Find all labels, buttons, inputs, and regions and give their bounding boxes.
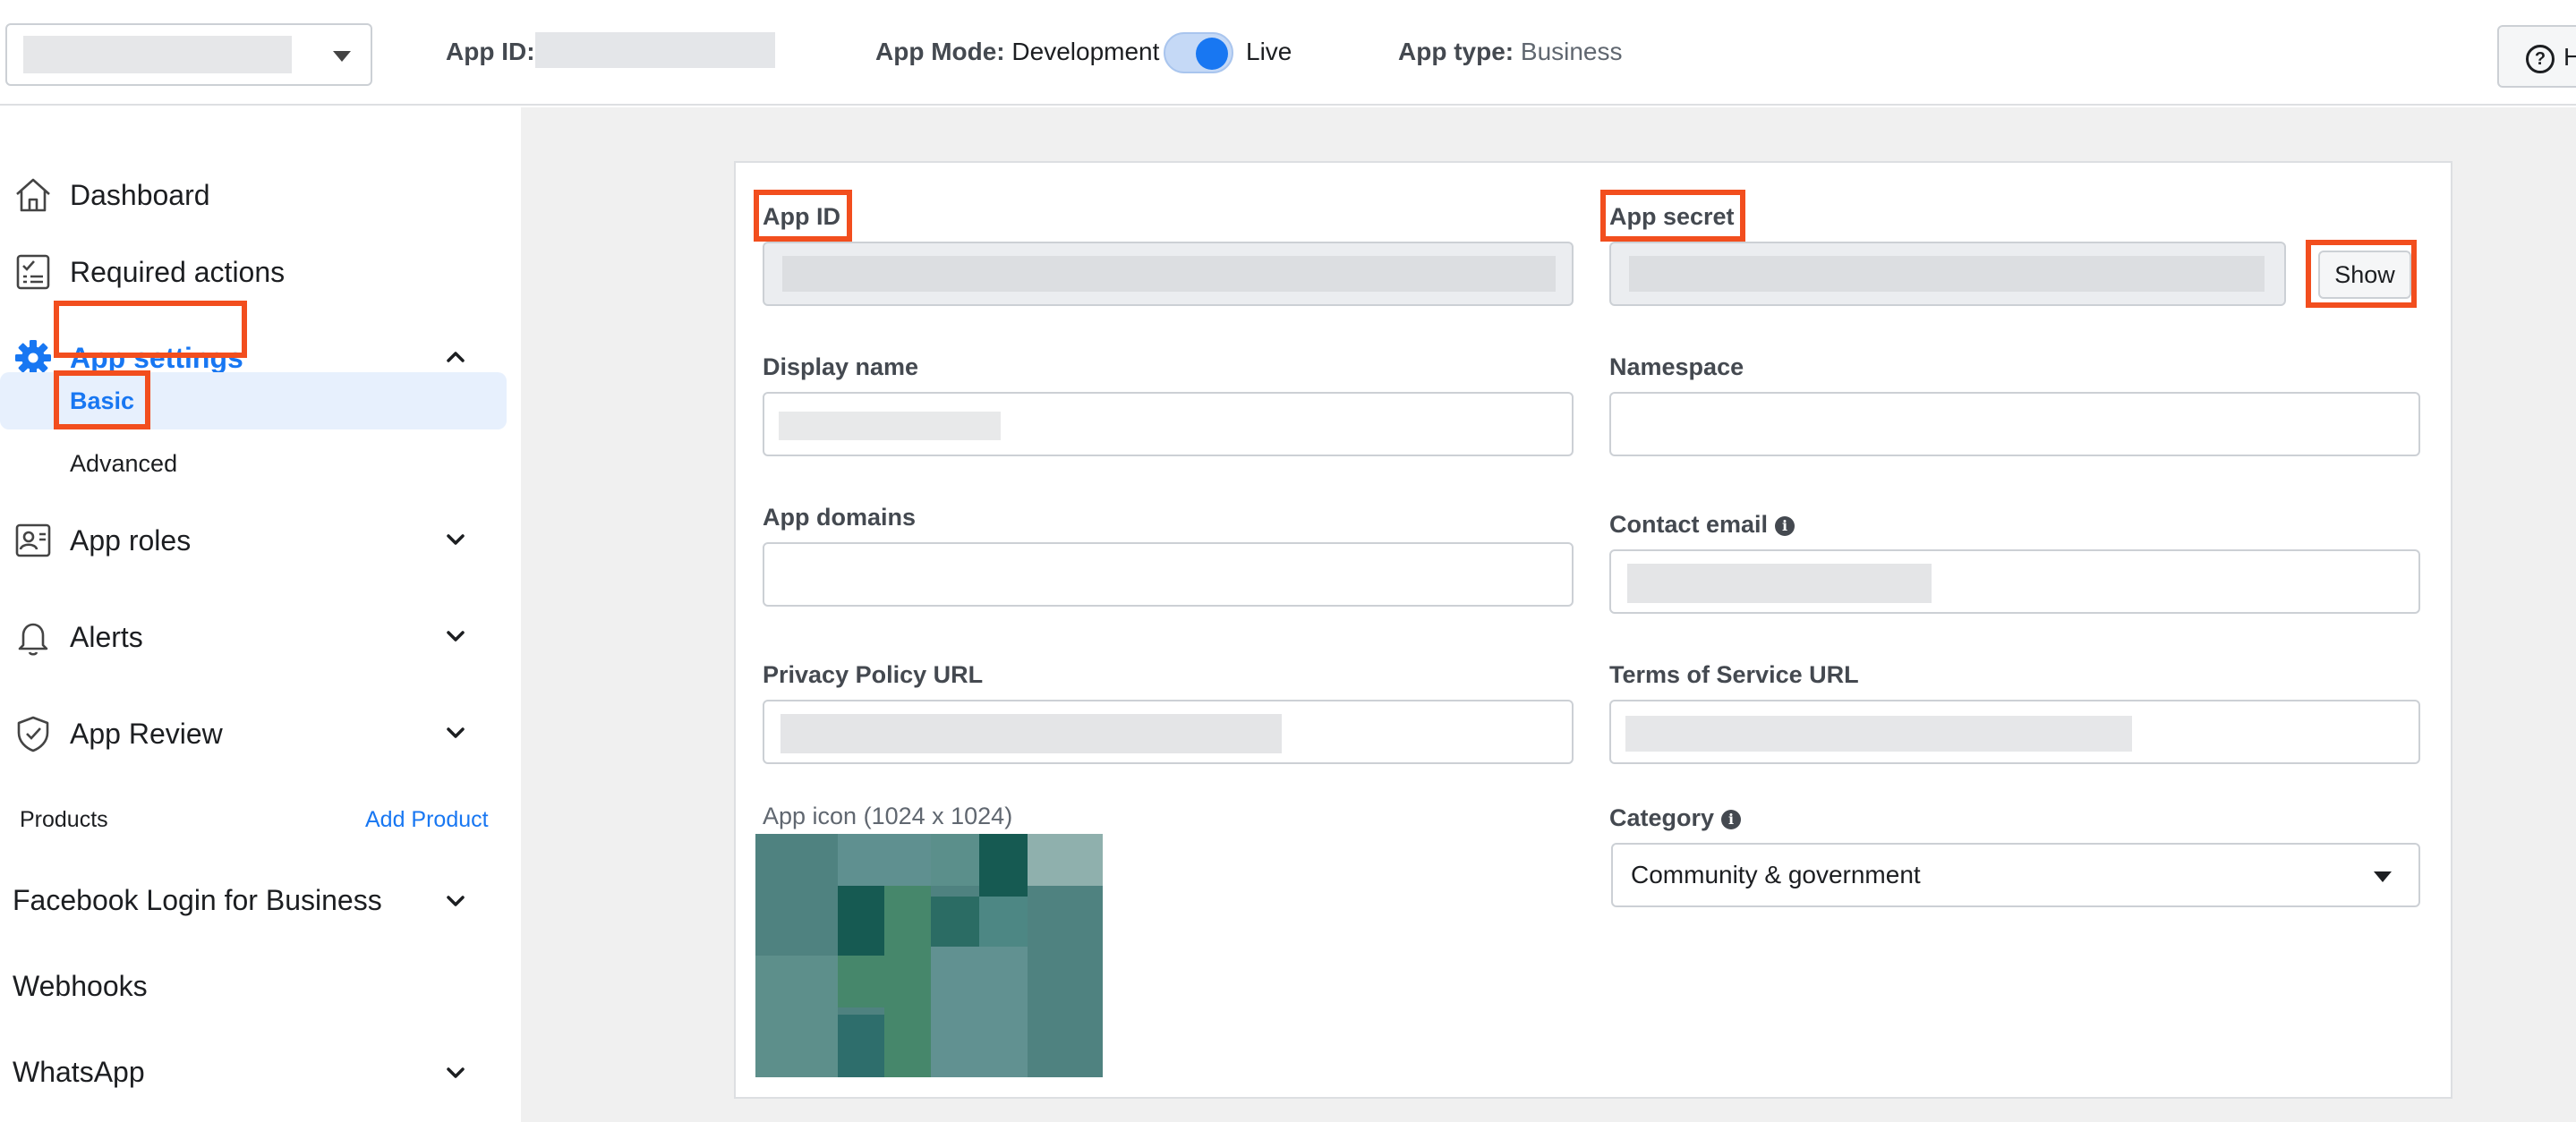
chevron-down-icon[interactable] — [444, 626, 467, 646]
app-secret-field-label: App secret — [1609, 203, 1735, 230]
privacy-policy-label: Privacy Policy URL — [763, 661, 984, 688]
redacted-app-id — [535, 32, 775, 68]
app-icon-label: App icon (1024 x 1024) — [763, 803, 1013, 829]
chevron-up-icon[interactable] — [444, 347, 467, 367]
redacted-value — [780, 714, 1282, 753]
category-label: Category i — [1609, 803, 1742, 832]
chevron-down-icon[interactable] — [444, 723, 467, 743]
info-icon[interactable]: i — [1721, 809, 1742, 829]
app-mode: App Mode: Development — [875, 38, 1160, 65]
sidebar-item-label: App Review — [70, 718, 223, 750]
category-selected-value: Community & government — [1631, 861, 1921, 888]
privacy-policy-input[interactable] — [763, 700, 1574, 764]
redacted-app-name — [23, 36, 292, 73]
sidebar-product-whatsapp[interactable]: WhatsApp — [0, 1041, 519, 1104]
app-id-field-label: App ID — [763, 203, 840, 230]
show-secret-button[interactable]: Show — [2318, 251, 2411, 299]
contact-email-label: Contact email i — [1609, 510, 1796, 539]
chevron-down-icon[interactable] — [444, 530, 467, 549]
question-icon: ? — [2526, 45, 2555, 73]
app-id-field[interactable] — [763, 242, 1574, 306]
app-secret-field[interactable] — [1609, 242, 2286, 306]
chevron-down-icon[interactable] — [444, 1063, 467, 1083]
sidebar-subitem-label: Basic — [70, 387, 135, 414]
category-select[interactable]: Community & government — [1611, 843, 2420, 907]
app-mode-live: Live — [1246, 38, 1292, 65]
redacted-value — [1627, 564, 1932, 603]
display-name-label: Display name — [763, 353, 919, 380]
app-mode-development: Development — [1011, 38, 1160, 65]
sidebar-item-label: Dashboard — [70, 179, 210, 211]
product-label: Webhooks — [13, 970, 148, 1002]
sidebar-item-dashboard[interactable]: Dashboard — [0, 163, 519, 225]
chevron-down-icon — [333, 51, 351, 62]
app-domains-input[interactable] — [763, 542, 1574, 607]
shield-check-icon — [17, 716, 49, 752]
checklist-icon — [16, 254, 50, 290]
sidebar-item-alerts[interactable]: Alerts — [0, 605, 519, 667]
sidebar-subitem-advanced[interactable]: Advanced — [0, 435, 507, 492]
products-header: Products — [20, 807, 108, 832]
chevron-down-icon[interactable] — [444, 891, 467, 911]
namespace-label: Namespace — [1609, 353, 1744, 380]
redacted-value — [1629, 256, 2265, 292]
redacted-value — [782, 256, 1556, 292]
toggle-knob — [1196, 38, 1228, 70]
info-icon[interactable]: i — [1775, 515, 1796, 536]
app-domains-label: App domains — [763, 504, 917, 531]
redacted-value — [779, 412, 1001, 440]
home-icon — [16, 178, 50, 212]
product-label: Facebook Login for Business — [13, 884, 382, 916]
tos-label: Terms of Service URL — [1609, 661, 1859, 688]
help-label: H — [2563, 43, 2576, 71]
app-selector-dropdown[interactable] — [5, 23, 372, 86]
display-name-input[interactable] — [763, 392, 1574, 456]
namespace-input[interactable] — [1609, 392, 2420, 456]
help-button[interactable]: ? H — [2497, 25, 2576, 88]
chevron-down-icon — [2374, 871, 2392, 882]
sidebar: Dashboard Required actions App settings … — [0, 107, 519, 1122]
tos-input[interactable] — [1609, 700, 2420, 764]
top-bar: App ID: App Mode: Development Live App t… — [0, 0, 2576, 106]
app-type: App type: Business — [1398, 38, 1623, 65]
sidebar-item-label: Alerts — [70, 621, 143, 653]
bell-icon — [18, 623, 48, 656]
contact-email-input[interactable] — [1609, 549, 2420, 614]
sidebar-item-app-roles[interactable]: App roles — [0, 508, 519, 571]
sidebar-item-required-actions[interactable]: Required actions — [0, 240, 519, 302]
sidebar-subitem-basic[interactable]: Basic — [0, 372, 507, 429]
product-label: WhatsApp — [13, 1056, 145, 1088]
sidebar-item-label: Required actions — [70, 256, 286, 288]
add-product-link[interactable]: Add Product — [365, 807, 489, 833]
sidebar-item-label: App roles — [70, 524, 192, 557]
app-id-label: App ID: — [446, 38, 535, 65]
sidebar-item-label: App settings — [70, 342, 243, 374]
sidebar-subitem-label: Advanced — [70, 450, 178, 477]
app-icon-image[interactable] — [755, 834, 1103, 1077]
app-mode-toggle[interactable] — [1164, 32, 1233, 73]
redacted-value — [1625, 716, 2132, 752]
sidebar-product-facebook-login[interactable]: Facebook Login for Business — [0, 870, 519, 932]
id-badge-icon — [15, 523, 51, 557]
sidebar-product-webhooks[interactable]: Webhooks — [0, 956, 519, 1018]
sidebar-item-app-review[interactable]: App Review — [0, 701, 519, 764]
